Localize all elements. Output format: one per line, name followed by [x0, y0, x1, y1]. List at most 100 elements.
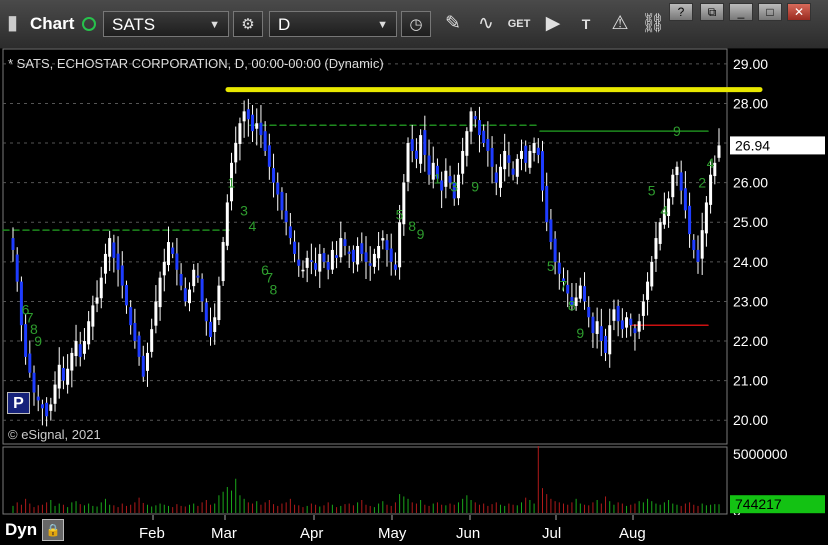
count-label: 9: [417, 226, 425, 242]
candle-body: [511, 168, 515, 175]
candle-body: [381, 238, 385, 241]
candle-body: [650, 261, 654, 287]
symbol-settings-button[interactable]: ⚙: [233, 11, 263, 37]
candle-body: [36, 396, 40, 401]
candle-body: [251, 114, 255, 132]
close-button[interactable]: ✕: [787, 3, 811, 21]
candle-body: [604, 335, 608, 353]
text-tool-button[interactable]: T: [573, 11, 599, 37]
candle-body: [61, 367, 65, 381]
candle-body: [259, 122, 263, 136]
candle-body: [658, 222, 662, 244]
candle-body: [578, 285, 582, 299]
candle-body: [465, 131, 469, 156]
candle-body: [150, 329, 154, 352]
candle-body: [536, 147, 540, 155]
candle-body: [368, 263, 372, 266]
month-label: Jul: [542, 525, 561, 542]
candle-body: [696, 249, 700, 262]
minimize-button[interactable]: _: [729, 3, 753, 21]
count-label: 9: [471, 179, 479, 195]
candle-body: [679, 172, 683, 191]
candle-body: [234, 143, 238, 163]
draw-tool-button[interactable]: ✎: [440, 11, 466, 37]
candle-body: [196, 275, 200, 278]
month-label: Mar: [211, 525, 237, 542]
candle-body: [305, 257, 309, 268]
candle-body: [717, 145, 721, 158]
candle-body: [103, 253, 107, 274]
candle-body: [339, 238, 343, 258]
candle-body: [599, 326, 603, 342]
candle-body: [326, 262, 330, 270]
candle-body: [87, 321, 91, 345]
alert-button[interactable]: ⚠: [607, 11, 633, 37]
copyright-text: © eSignal, 2021: [8, 427, 101, 442]
candle-body: [28, 353, 32, 373]
studies-button[interactable]: ∿: [473, 11, 499, 37]
candle-body: [419, 135, 423, 164]
price-chart[interactable]: 29.0028.0027.0026.0025.0024.0023.0022.00…: [0, 48, 828, 446]
candle-body: [557, 262, 561, 274]
get-data-button[interactable]: GET: [506, 11, 532, 37]
candle-body: [141, 355, 145, 377]
candle-body: [385, 240, 389, 250]
candle-body: [280, 191, 284, 211]
interval-select[interactable]: D ▼: [269, 11, 397, 37]
candle-body: [398, 222, 402, 268]
help-button[interactable]: ?: [669, 3, 693, 21]
time-settings-button[interactable]: ◷: [401, 11, 431, 37]
candle-body: [633, 328, 637, 334]
candle-body: [335, 255, 339, 258]
candle-body: [11, 238, 15, 250]
play-button[interactable]: ▶: [540, 11, 566, 37]
price-tick-label: 21.00: [733, 373, 768, 389]
candle-body: [683, 188, 687, 211]
candle-body: [49, 404, 53, 411]
candle-body: [625, 317, 629, 328]
candle-body: [108, 238, 112, 257]
candle-body: [486, 138, 490, 151]
count-label: 9: [34, 333, 42, 349]
candle-body: [183, 288, 187, 302]
candle-body: [490, 147, 494, 167]
last-price-label: 26.94: [735, 137, 770, 153]
candle-body: [414, 150, 418, 159]
candle-body: [129, 307, 133, 326]
candle-body: [200, 278, 204, 302]
symbol-value: SATS: [112, 15, 156, 34]
p-button[interactable]: P: [7, 392, 30, 414]
volume-chart[interactable]: 50000000744217: [0, 446, 828, 515]
candle-body: [498, 166, 502, 188]
ticker-label: * SATS, ECHOSTAR CORPORATION, D, 00:00-0…: [8, 56, 384, 71]
candle-body: [330, 249, 334, 270]
candle-body: [301, 269, 305, 272]
candle-body: [482, 130, 486, 144]
count-label: 5: [648, 183, 656, 199]
price-plot-frame: [2, 48, 728, 445]
gear-icon: ⚙: [241, 16, 255, 33]
candle-body: [507, 155, 511, 163]
candle-body: [372, 253, 376, 267]
candle-body: [166, 242, 170, 266]
candle-body: [95, 297, 99, 304]
count-label: 4: [660, 202, 668, 218]
restore-window-button[interactable]: ⧉: [700, 3, 724, 21]
candle-body: [583, 286, 587, 302]
symbol-select[interactable]: SATS ▼: [103, 11, 229, 37]
lock-icon[interactable]: 🔒: [42, 519, 64, 541]
candle-body: [15, 254, 19, 282]
price-tick-label: 25.00: [733, 214, 768, 230]
candle-body: [133, 322, 137, 342]
candle-body: [444, 170, 448, 187]
candle-body: [406, 143, 410, 182]
count-label: 1: [433, 171, 441, 187]
candle-body: [32, 372, 36, 393]
candle-body: [616, 305, 620, 322]
month-label: May: [378, 525, 407, 542]
candle-body: [700, 230, 704, 259]
candle-body: [293, 241, 297, 254]
candle-body: [595, 321, 599, 334]
link-button[interactable]: ⛓: [640, 11, 666, 37]
maximize-button[interactable]: □: [758, 3, 782, 21]
